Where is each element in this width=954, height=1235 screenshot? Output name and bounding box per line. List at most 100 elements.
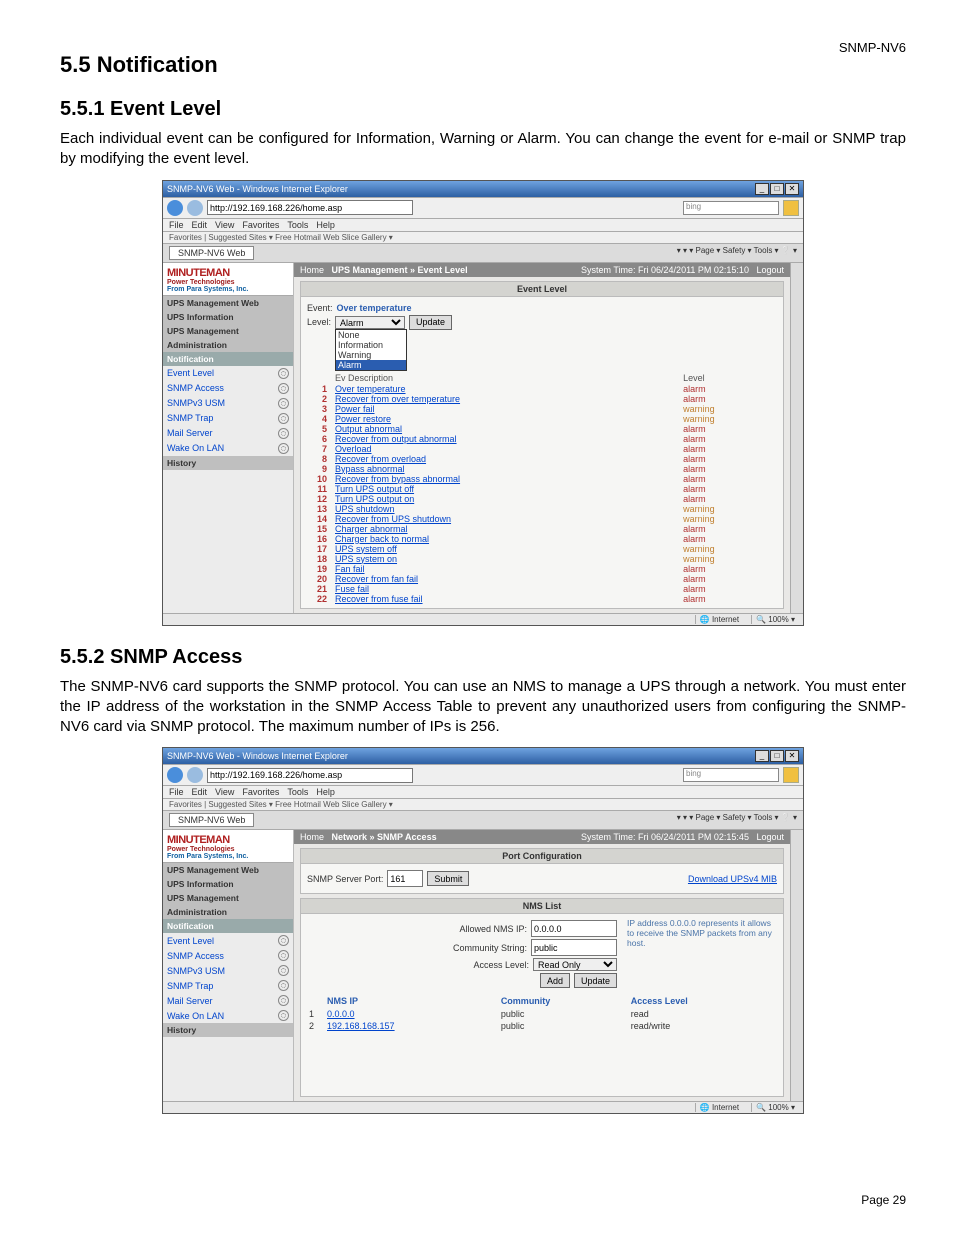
search-icon[interactable] [783,767,799,783]
nav-mail-server[interactable]: Mail Server [163,426,293,441]
nav-history[interactable]: History [163,1023,293,1037]
event-link[interactable]: UPS system on [335,554,397,564]
event-link[interactable]: Recover from overload [335,454,426,464]
table-row: 2192.168.168.157publicread/write [307,1020,777,1032]
nav-group-title: UPS Management Web [163,863,293,877]
event-link[interactable]: Recover from bypass abnormal [335,474,460,484]
scrollbar[interactable] [790,830,803,1101]
submit-button[interactable]: Submit [427,871,469,886]
event-link[interactable]: Recover from fuse fail [335,594,423,604]
allowed-ip-input[interactable] [531,920,617,937]
gear-icon [278,413,289,424]
event-link[interactable]: Bypass abnormal [335,464,405,474]
nav-group-title: UPS Management Web [163,296,293,310]
port-label: SNMP Server Port: [307,874,383,884]
nav-notification[interactable]: Notification [163,919,293,933]
nms-ip-link[interactable]: 192.168.168.157 [327,1021,395,1031]
table-row: 14Recover from UPS shutdownwarning [307,514,777,524]
nav-event-level[interactable]: Event Level [163,933,293,948]
tab-bar: SNMP-NV6 Web ▾ ▾ ▾ Page ▾ Safety ▾ Tools… [163,244,803,263]
nav-ups-info[interactable]: UPS Information [163,877,293,891]
logout-link[interactable]: Logout [756,832,784,842]
browser-tab[interactable]: SNMP-NV6 Web [169,813,254,827]
nav-snmp-access[interactable]: SNMP Access [163,948,293,963]
search-icon[interactable] [783,200,799,216]
event-link[interactable]: UPS shutdown [335,504,395,514]
event-link[interactable]: Fan fail [335,564,365,574]
back-button[interactable] [167,767,183,783]
back-button[interactable] [167,200,183,216]
nav-snmpv3-usm[interactable]: SNMPv3 USM [163,963,293,978]
add-button[interactable]: Add [540,973,570,988]
event-link[interactable]: Recover from output abnormal [335,434,457,444]
search-input[interactable]: bing [683,768,779,782]
update-button[interactable]: Update [574,973,617,988]
nav-ups-mgmt[interactable]: UPS Management [163,324,293,338]
browser-tools[interactable]: ▾ ▾ ▾ Page ▾ Safety ▾ Tools ▾ ❔ ▾ [677,813,797,827]
scrollbar[interactable] [790,263,803,613]
browser-tools[interactable]: ▾ ▾ ▾ Page ▾ Safety ▾ Tools ▾ ❔ ▾ [677,246,797,260]
url-input[interactable] [207,200,413,215]
access-level-select[interactable]: Read Only [533,958,617,971]
forward-button[interactable] [187,767,203,783]
browser-menu[interactable]: FileEditViewFavoritesToolsHelp [163,219,803,232]
port-input[interactable] [387,870,423,887]
nav-ups-info[interactable]: UPS Information [163,310,293,324]
table-row: 10Recover from bypass abnormalalarm [307,474,777,484]
event-link[interactable]: Charger abnormal [335,524,408,534]
window-buttons[interactable]: _□✕ [754,750,799,762]
event-link[interactable]: Overload [335,444,372,454]
browser-tab[interactable]: SNMP-NV6 Web [169,246,254,260]
table-row: 12Turn UPS output onalarm [307,494,777,504]
nav-history[interactable]: History [163,456,293,470]
gear-icon [278,368,289,379]
event-link[interactable]: Recover from UPS shutdown [335,514,451,524]
home-link[interactable]: Home [300,832,324,842]
level-select[interactable]: Alarm [335,316,405,329]
screenshot-snmp-access: SNMP-NV6 Web - Windows Internet Explorer… [162,747,804,1114]
nav-wake-on-lan[interactable]: Wake On LAN [163,441,293,456]
browser-menu[interactable]: FileEditViewFavoritesToolsHelp [163,786,803,799]
nav-snmp-access[interactable]: SNMP Access [163,381,293,396]
nav-snmpv3-usm[interactable]: SNMPv3 USM [163,396,293,411]
nav-snmp-trap[interactable]: SNMP Trap [163,411,293,426]
nav-admin[interactable]: Administration [163,338,293,352]
sidebar: MINUTEMAN Power Technologies From Para S… [163,263,294,613]
favorites-bar[interactable]: Favorites | Suggested Sites ▾ Free Hotma… [163,232,803,244]
event-link[interactable]: Fuse fail [335,584,369,594]
favorites-bar[interactable]: Favorites | Suggested Sites ▾ Free Hotma… [163,799,803,811]
nav-event-level[interactable]: Event Level [163,366,293,381]
event-link[interactable]: Recover from fan fail [335,574,418,584]
community-input[interactable] [531,939,617,956]
nav-mail-server[interactable]: Mail Server [163,993,293,1008]
event-link[interactable]: Over temperature [335,384,406,394]
page-number: Page 29 [861,1193,906,1207]
nav-notification[interactable]: Notification [163,352,293,366]
event-link[interactable]: Turn UPS output on [335,494,414,504]
url-input[interactable] [207,768,413,783]
event-link[interactable]: UPS system off [335,544,397,554]
event-link[interactable]: Turn UPS output off [335,484,414,494]
nav-ups-mgmt[interactable]: UPS Management [163,891,293,905]
update-button[interactable]: Update [409,315,452,330]
nms-ip-link[interactable]: 0.0.0.0 [327,1009,355,1019]
panel-title: Event Level [301,282,783,297]
level-dropdown-list[interactable]: None Information Warning Alarm [335,329,407,371]
nav-wake-on-lan[interactable]: Wake On LAN [163,1008,293,1023]
panel-title-nms: NMS List [301,899,783,914]
logout-link[interactable]: Logout [756,265,784,275]
nav-admin[interactable]: Administration [163,905,293,919]
event-link[interactable]: Power restore [335,414,391,424]
nms-table: NMS IP Community Access Level 10.0.0.0pu… [307,994,777,1032]
home-link[interactable]: Home [300,265,324,275]
download-mib-link[interactable]: Download UPSv4 MIB [688,874,777,884]
search-input[interactable]: bing [683,201,779,215]
event-link[interactable]: Charger back to normal [335,534,429,544]
event-link[interactable]: Power fail [335,404,375,414]
event-link[interactable]: Recover from over temperature [335,394,460,404]
event-link[interactable]: Output abnormal [335,424,402,434]
nav-snmp-trap[interactable]: SNMP Trap [163,978,293,993]
paragraph-snmp-access: The SNMP-NV6 card supports the SNMP prot… [60,677,906,738]
window-buttons[interactable]: _□✕ [754,183,799,195]
forward-button[interactable] [187,200,203,216]
